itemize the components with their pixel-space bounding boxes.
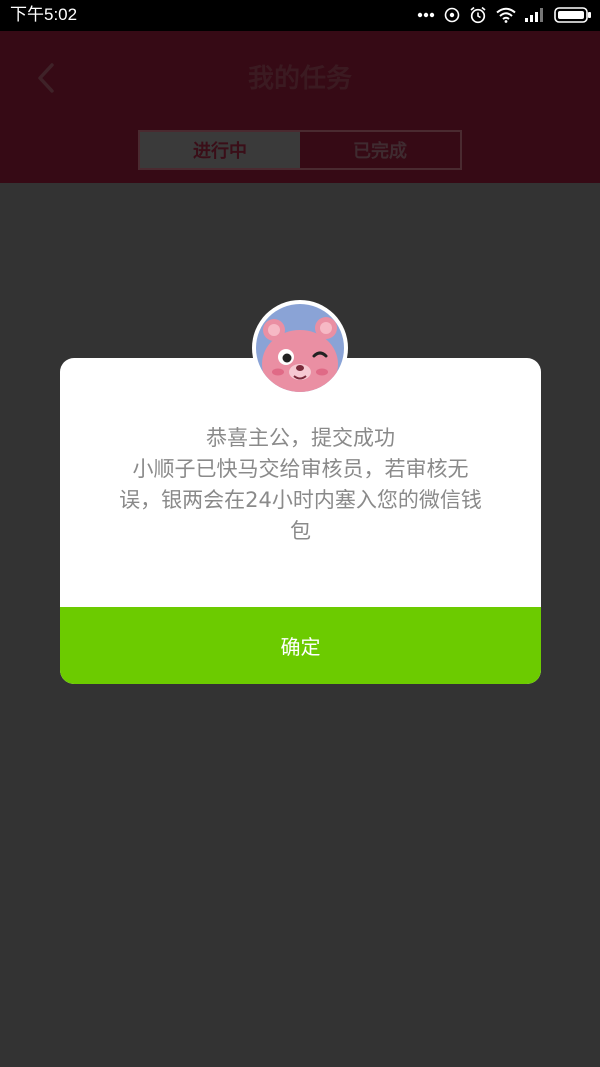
tab-completed[interactable]: 已完成 (300, 132, 460, 168)
dialog-message: 恭喜主公，提交成功 小顺子已快马交给审核员，若审核无 误，银两会在24小时内塞入… (90, 423, 511, 547)
success-dialog: 恭喜主公，提交成功 小顺子已快马交给审核员，若审核无 误，银两会在24小时内塞入… (60, 358, 541, 684)
bear-avatar-icon (256, 304, 344, 392)
wifi-icon (496, 7, 516, 23)
app-header: 我的任务 进行中 已完成 (0, 31, 600, 183)
status-icons (417, 4, 592, 26)
task-tabs: 进行中 已完成 (138, 130, 462, 170)
dialog-message-line: 包 (290, 519, 311, 543)
avatar (252, 300, 348, 396)
dialog-message-line: 误，银两会在24小时内塞入您的微信钱 (119, 488, 482, 512)
dialog-message-line: 小顺子已快马交给审核员，若审核无 (132, 457, 469, 481)
cell-signal-icon (525, 8, 545, 22)
alarm-icon (469, 6, 487, 24)
signal-app-icon (444, 7, 460, 23)
status-time: 下午5:02 (10, 5, 78, 24)
battery-icon (554, 7, 592, 23)
tab-in-progress[interactable]: 进行中 (140, 132, 300, 168)
page-title: 我的任务 (247, 64, 352, 94)
status-bar: 下午5:02 (0, 0, 600, 31)
more-dots-icon (417, 12, 435, 18)
dialog-message-line: 恭喜主公，提交成功 (206, 426, 395, 450)
confirm-button[interactable]: 确定 (60, 607, 541, 684)
